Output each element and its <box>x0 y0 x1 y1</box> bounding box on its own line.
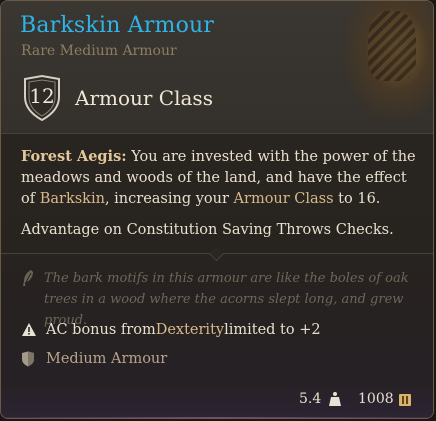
ability-name: Forest Aegis: <box>21 148 127 165</box>
item-tooltip: Barkskin Armour Rare Medium Armour 12 Ar… <box>0 0 434 419</box>
shield-icon: 12 <box>21 75 63 121</box>
armour-class-value: 12 <box>29 84 55 108</box>
armour-class-label: Armour Class <box>75 86 213 110</box>
ac-bonus-property: AC bonus from Dexterity limited to +2 <box>21 322 321 338</box>
description-text: . <box>389 222 394 238</box>
dexterity-link[interactable]: Dexterity <box>156 322 224 338</box>
armour-type-property: Medium Armour <box>21 351 167 367</box>
armour-class-row: 12 Armour Class <box>21 75 213 121</box>
price-value: 1008 <box>358 391 394 407</box>
description-text: on <box>99 222 127 238</box>
saving-throws-text: Constitution Saving Throws <box>126 222 332 238</box>
item-portrait <box>343 1 433 121</box>
weight-icon <box>329 391 341 411</box>
armour-shield-icon <box>21 351 39 367</box>
armour-type: Medium Armour <box>46 351 168 367</box>
ac-bonus-prefix: AC bonus from <box>46 322 156 338</box>
gold-coin-icon <box>398 392 412 411</box>
divider-notch <box>208 245 225 262</box>
footer-rarity-bar <box>1 417 433 418</box>
checks-link[interactable]: Checks <box>336 222 389 238</box>
warning-triangle-icon <box>21 322 39 338</box>
description-text: , increasing your <box>104 191 234 207</box>
item-advantage-line: Advantage on Constitution Saving Throws … <box>21 220 421 241</box>
ac-bonus-suffix: limited to +2 <box>224 322 321 338</box>
tooltip-header: Barkskin Armour Rare Medium Armour 12 Ar… <box>1 1 433 134</box>
item-description: Forest Aegis: You are invested with the … <box>21 146 421 210</box>
barkskin-link[interactable]: Barkskin <box>40 191 105 207</box>
feather-icon <box>21 269 35 291</box>
item-rarity-type: Rare Medium Armour <box>21 43 177 59</box>
armour-class-link[interactable]: Armour Class <box>234 191 334 207</box>
item-name: Barkskin Armour <box>20 13 215 38</box>
description-text: to 16. <box>333 191 381 207</box>
advantage-link[interactable]: Advantage <box>21 222 99 238</box>
weight-value: 5.4 <box>299 391 322 407</box>
